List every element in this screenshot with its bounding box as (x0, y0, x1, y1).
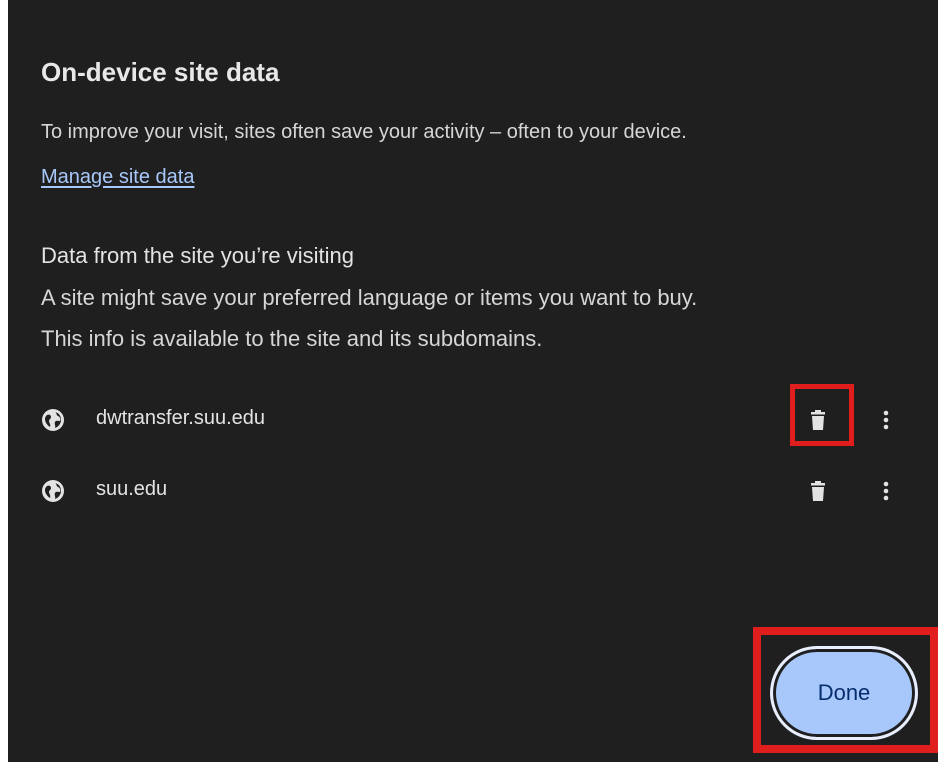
dialog-title: On-device site data (41, 57, 280, 87)
trash-icon[interactable] (806, 408, 830, 432)
manage-site-data-link[interactable]: Manage site data (41, 166, 194, 189)
site-name: suu.edu (96, 478, 168, 500)
site-row-suu: suu.edu (8, 466, 938, 516)
section-heading: Data from the site you’re visiting (41, 243, 355, 268)
globe-icon (42, 480, 64, 502)
section-description-line-1: A site might save your preferred languag… (41, 285, 698, 310)
done-button[interactable]: Done (770, 646, 918, 740)
section-description-line-2: This info is available to the site and i… (41, 326, 543, 351)
more-vert-icon[interactable] (874, 479, 898, 503)
globe-icon (42, 409, 64, 431)
site-name: dwtransfer.suu.edu (96, 407, 265, 429)
site-data-dialog: On-device site data To improve your visi… (8, 0, 938, 762)
dialog-description: To improve your visit, sites often save … (41, 121, 687, 143)
more-vert-icon[interactable] (874, 408, 898, 432)
site-row-dwtransfer: dwtransfer.suu.edu (8, 395, 938, 445)
trash-icon[interactable] (806, 479, 830, 503)
